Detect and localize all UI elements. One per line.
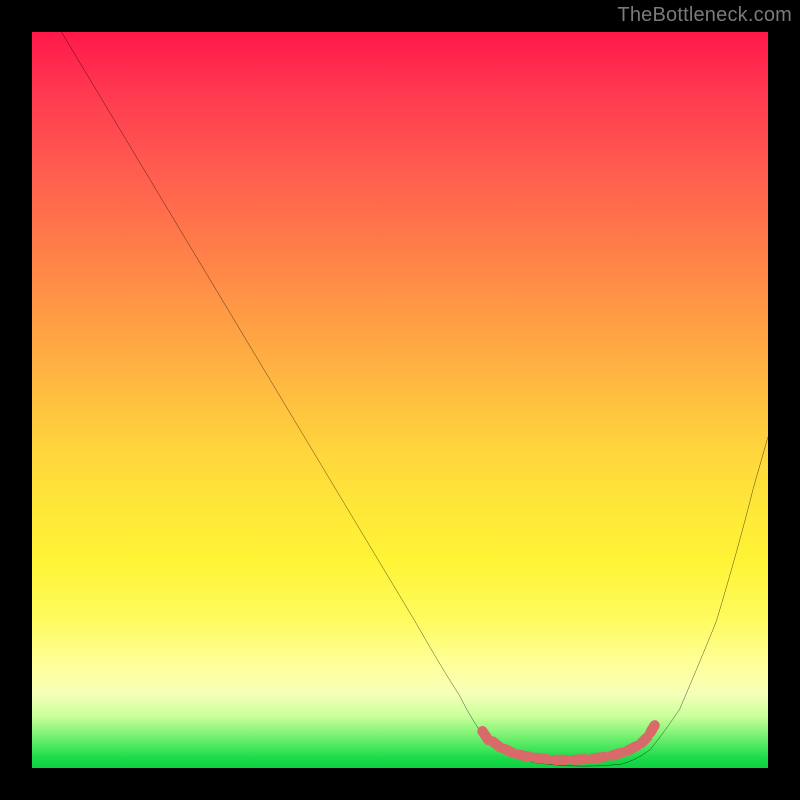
flat-region-marker [482,725,654,760]
chart-svg [32,32,768,768]
bottleneck-curve [61,32,768,766]
chart-frame: TheBottleneck.com [0,0,800,800]
watermark-label: TheBottleneck.com [617,4,792,27]
plot-area [32,32,768,768]
